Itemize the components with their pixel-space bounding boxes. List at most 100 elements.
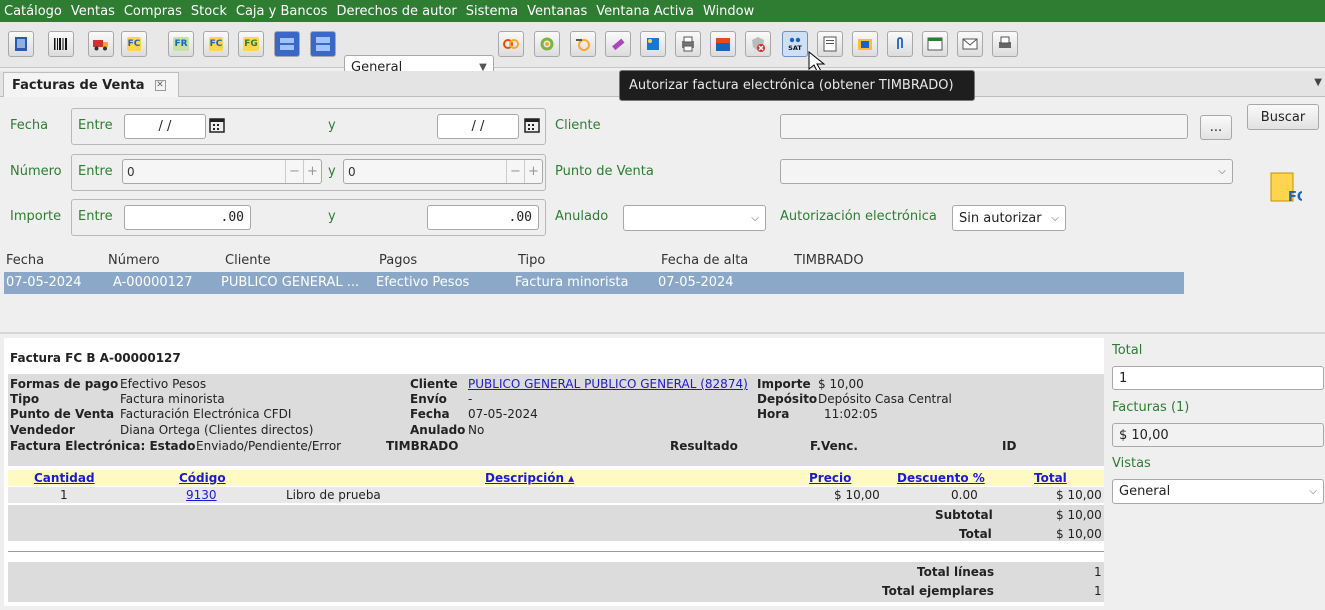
anulado-value: No xyxy=(468,423,485,437)
item-codigo-link[interactable]: 9130 xyxy=(186,488,217,502)
chevron-down-icon[interactable]: ▼ xyxy=(1314,77,1322,88)
fg-icon-button[interactable]: FG xyxy=(238,31,264,57)
buscar-button[interactable]: Buscar xyxy=(1247,104,1319,130)
plus-icon[interactable]: + xyxy=(524,160,542,183)
facturas-field: $ 10,00 xyxy=(1112,423,1324,447)
col-pagos[interactable]: Pagos xyxy=(379,253,417,268)
col-numero[interactable]: Número xyxy=(108,253,160,268)
plus-icon[interactable]: + xyxy=(303,160,321,183)
splitter[interactable] xyxy=(0,332,1325,334)
eraser-icon-button[interactable] xyxy=(605,31,631,57)
id-label: ID xyxy=(1002,439,1017,453)
printer-icon-button[interactable] xyxy=(675,31,701,57)
table-row[interactable]: 07-05-2024 A-00000127 PUBLICO GENERAL ..… xyxy=(4,272,1184,294)
importe-y-label: y xyxy=(328,209,336,224)
tag-icon-button[interactable] xyxy=(570,31,596,57)
fc-icon-button[interactable]: FC xyxy=(121,31,147,57)
col-timbrado[interactable]: TIMBRADO xyxy=(794,253,864,268)
col-cantidad[interactable]: Cantidad xyxy=(34,471,95,485)
col-fecha-alta[interactable]: Fecha de alta xyxy=(661,253,748,268)
numero-desde-value: 0 xyxy=(127,164,135,179)
layout-vertical-button[interactable] xyxy=(310,31,336,57)
vistas-select[interactable]: General ⌵ xyxy=(1112,479,1324,504)
menu-ventas[interactable]: Ventas xyxy=(67,4,120,19)
folder-icon-button[interactable] xyxy=(852,31,878,57)
book-icon-button[interactable] xyxy=(8,31,34,57)
importe-hasta-input[interactable]: .00 xyxy=(427,205,539,230)
menu-ventana-activa[interactable]: Ventana Activa xyxy=(592,4,699,19)
cliente-label: Cliente xyxy=(410,377,458,391)
tag-icon xyxy=(576,39,590,51)
col-codigo[interactable]: Código xyxy=(179,471,226,485)
tab-label: Facturas de Venta xyxy=(12,77,145,93)
menu-window[interactable]: Window xyxy=(699,4,759,19)
col-cliente[interactable]: Cliente xyxy=(225,253,271,268)
print-icon-button[interactable] xyxy=(992,31,1018,57)
attach-icon-button[interactable] xyxy=(887,31,913,57)
menu-ventanas[interactable]: Ventanas xyxy=(523,4,592,19)
subtotal-value: $ 10,00 xyxy=(1056,508,1102,522)
importe-desde-input[interactable]: .00 xyxy=(124,205,251,230)
tab-facturas-venta[interactable]: Facturas de Venta ✕ xyxy=(3,72,179,97)
truck-icon-button[interactable] xyxy=(88,31,114,57)
col-tipo[interactable]: Tipo xyxy=(518,253,545,268)
link-icon-button[interactable] xyxy=(498,31,524,57)
menu-sistema[interactable]: Sistema xyxy=(462,4,523,19)
shop-icon-button[interactable] xyxy=(710,31,736,57)
svg-text:SAT: SAT xyxy=(788,44,802,52)
divider xyxy=(8,551,1104,552)
minus-icon[interactable]: − xyxy=(506,160,524,183)
fecha-hasta-value: / / xyxy=(471,119,485,134)
fc-icon-text: FC xyxy=(1288,190,1302,205)
close-icon[interactable]: ✕ xyxy=(154,79,166,91)
sat-authorize-button[interactable]: SAT xyxy=(782,31,808,57)
printer-icon xyxy=(999,36,1011,48)
anulado-select[interactable]: ⌵ xyxy=(623,205,766,231)
paperclip-icon xyxy=(897,37,903,49)
vistas-label: Vistas xyxy=(1112,456,1151,471)
timbrado-label: TIMBRADO xyxy=(386,439,459,453)
menu-catalogo[interactable]: Catálogo xyxy=(0,4,67,19)
calendar-icon[interactable] xyxy=(524,117,540,133)
punto-venta-select[interactable]: ⌵ xyxy=(780,159,1233,184)
fr-icon-button[interactable]: FR xyxy=(168,31,194,57)
mail-icon-button[interactable] xyxy=(957,31,983,57)
numero-desde-stepper[interactable]: 0 − + xyxy=(122,159,322,184)
calendar-icon-button[interactable] xyxy=(922,31,948,57)
table-row[interactable] xyxy=(8,487,1104,503)
cliente-label: Cliente xyxy=(555,118,601,133)
fecha-hasta-input[interactable]: / / xyxy=(437,114,519,139)
numero-hasta-stepper[interactable]: 0 − + xyxy=(343,159,543,184)
total-field[interactable]: 1 xyxy=(1112,366,1324,390)
deposito-value: Depósito Casa Central xyxy=(818,392,952,406)
calendar-icon[interactable] xyxy=(209,117,225,133)
cliente-link[interactable]: PUBLICO GENERAL PUBLICO GENERAL (82874) xyxy=(468,377,748,391)
cancel-shield-icon-button[interactable] xyxy=(745,31,771,57)
calendar-edit-icon xyxy=(927,37,943,51)
menu-caja-bancos[interactable]: Caja y Bancos xyxy=(232,4,333,19)
fecha-desde-input[interactable]: / / xyxy=(124,114,206,139)
circle-icon-button[interactable] xyxy=(534,31,560,57)
cliente-browse-button[interactable]: ... xyxy=(1200,115,1232,140)
layout-horizontal-button[interactable] xyxy=(274,31,300,57)
importe-entre-label: Entre xyxy=(78,209,113,224)
item-cantidad: 1 xyxy=(60,488,68,502)
menu-derechos-autor[interactable]: Derechos de autor xyxy=(332,4,461,19)
fc-icon-button-2[interactable]: FC xyxy=(203,31,229,57)
menu-stock[interactable]: Stock xyxy=(187,4,232,19)
col-descuento[interactable]: Descuento % xyxy=(897,471,985,485)
col-precio[interactable]: Precio xyxy=(809,471,851,485)
minus-icon[interactable]: − xyxy=(285,160,303,183)
autorizacion-select[interactable]: Sin autorizar ⌵ xyxy=(952,205,1066,231)
importe-value: $ 10,00 xyxy=(818,377,864,391)
cell-fecha-alta: 07-05-2024 xyxy=(658,275,734,290)
col-fecha[interactable]: Fecha xyxy=(6,253,44,268)
envelope-icon xyxy=(962,38,978,50)
cliente-input[interactable] xyxy=(780,114,1188,139)
col-total[interactable]: Total xyxy=(1034,471,1067,485)
puzzle-icon-button[interactable] xyxy=(640,31,666,57)
menu-compras[interactable]: Compras xyxy=(120,4,187,19)
barcode-icon-button[interactable] xyxy=(48,31,74,57)
col-descripcion[interactable]: Descripción ▴ xyxy=(485,471,574,485)
eraser-icon xyxy=(612,38,625,51)
